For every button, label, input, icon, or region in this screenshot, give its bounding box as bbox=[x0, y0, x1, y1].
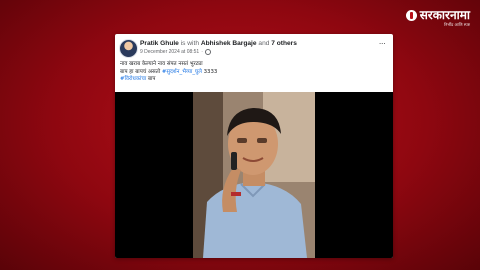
hashtag-link[interactable]: #सुदर्शन_भैय्या_घुले bbox=[162, 69, 202, 75]
more-options-button[interactable]: ··· bbox=[377, 40, 387, 49]
and-text: and bbox=[258, 40, 270, 47]
post-text-line-3-suffix: बाप bbox=[147, 76, 156, 82]
brand-logo: सरकारनामा निर्भीड आणि स्पष्ट bbox=[372, 8, 470, 30]
post-meta: 9 December 2024 at 08:51 · bbox=[140, 49, 211, 55]
post-text-line-2: बाप हा बापचं असतो #सुदर्शन_भैय्या_घुले 3… bbox=[120, 69, 388, 77]
author-avatar[interactable] bbox=[119, 39, 138, 58]
brand-tagline: निर्भीड आणि स्पष्ट bbox=[444, 22, 470, 27]
brand-logo-icon bbox=[405, 9, 417, 21]
post-text-line-3: #विरोधकांचा बाप bbox=[120, 76, 388, 84]
hashtag-link[interactable]: #विरोधकांचा bbox=[120, 76, 146, 82]
author-name[interactable]: Pratik Ghule bbox=[140, 40, 179, 47]
post-text-line-2-suffix: 3333 bbox=[203, 68, 218, 75]
post-text: नाव खराब केल्याने नाव संपत नसतं भुरट्या … bbox=[120, 61, 388, 84]
globe-icon bbox=[204, 49, 211, 55]
post-text-line-2-prefix: बाप हा बापचं असतो bbox=[120, 68, 161, 75]
with-text: is with bbox=[180, 40, 200, 47]
post-header: Pratik Ghule is with Abhishek Bargaje an… bbox=[119, 39, 389, 59]
post-text-line-1: नाव खराब केल्याने नाव संपत नसतं भुरट्या bbox=[120, 61, 203, 67]
person-on-phone-illustration bbox=[193, 92, 315, 258]
author-line: Pratik Ghule is with Abhishek Bargaje an… bbox=[140, 40, 297, 47]
brand-logo-text: सरकारनामा bbox=[419, 8, 470, 22]
photo-content bbox=[193, 92, 315, 258]
others-link[interactable]: 7 others bbox=[271, 40, 297, 47]
post-timestamp[interactable]: 9 December 2024 at 08:51 bbox=[140, 49, 199, 55]
post-photo[interactable] bbox=[115, 92, 393, 258]
tagged-person[interactable]: Abhishek Bargaje bbox=[201, 40, 257, 47]
facebook-post-card: Pratik Ghule is with Abhishek Bargaje an… bbox=[115, 34, 393, 258]
